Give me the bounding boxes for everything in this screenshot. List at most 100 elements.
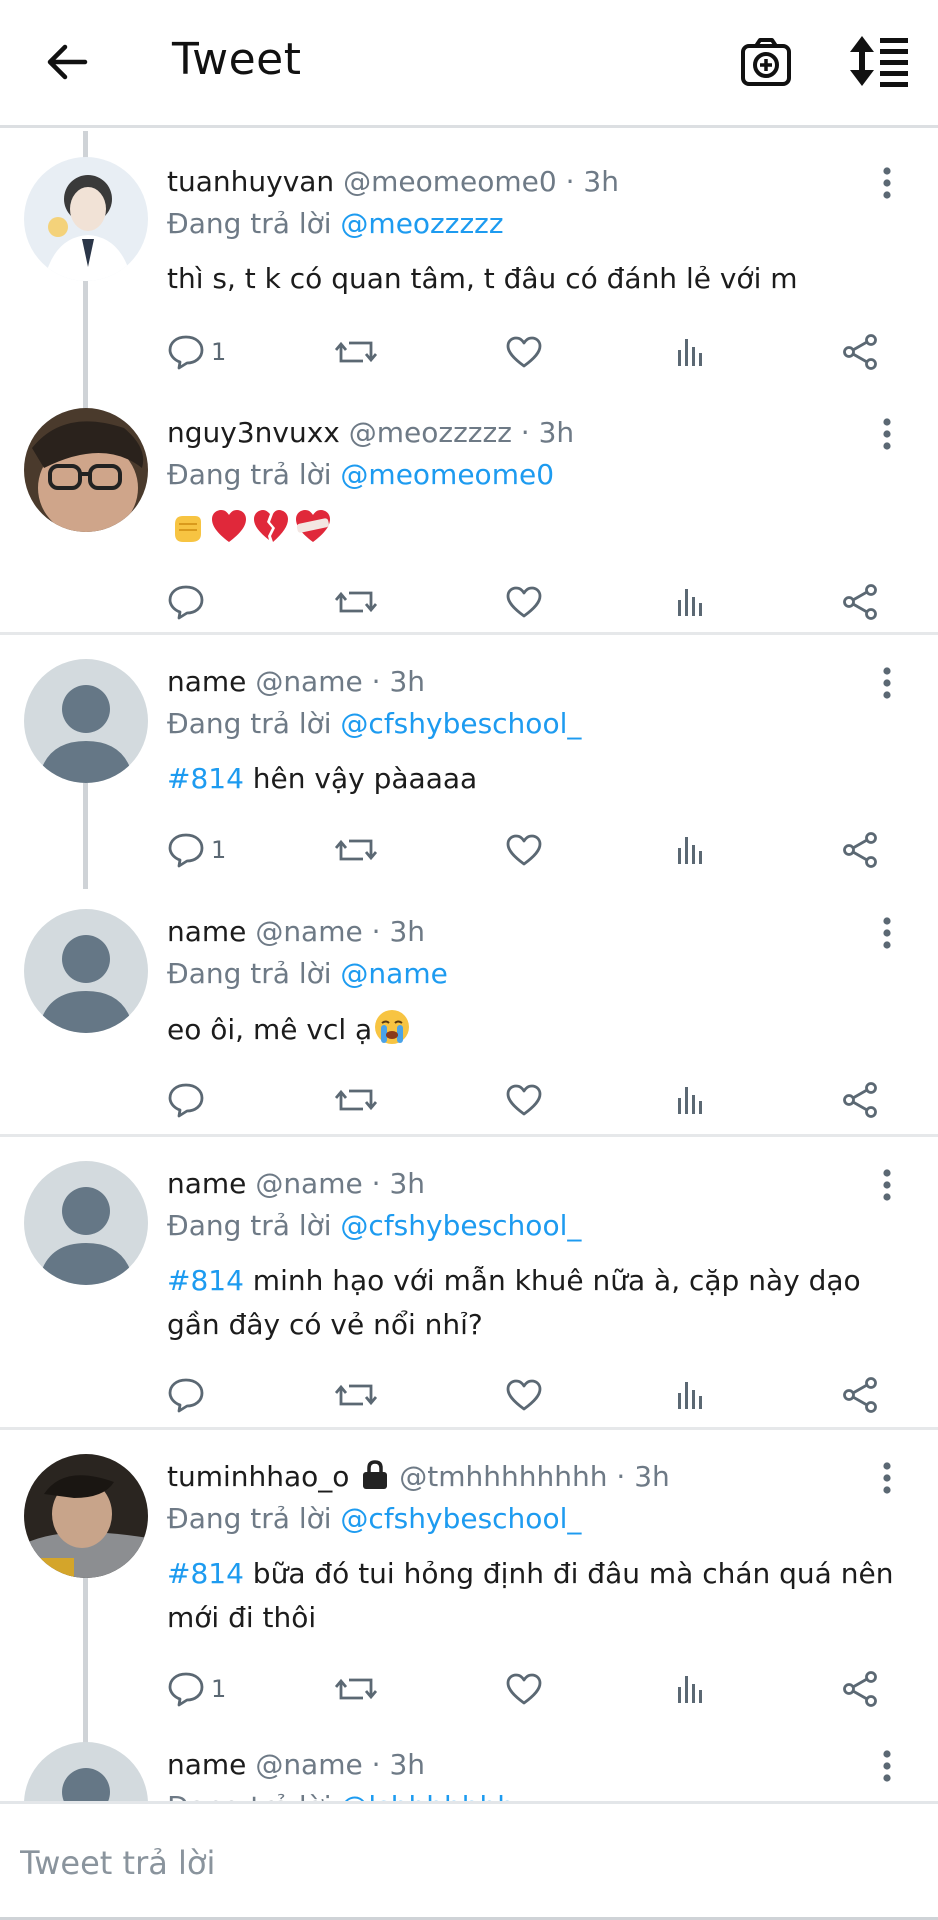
- avatar[interactable]: [24, 408, 148, 532]
- reply-button[interactable]: [167, 1372, 205, 1418]
- retweet-icon: [335, 1678, 377, 1700]
- reply-count: 1: [211, 836, 227, 864]
- retweet-icon: [335, 341, 377, 363]
- mention-link[interactable]: @meozzzzz: [340, 207, 503, 240]
- display-name[interactable]: name: [167, 665, 246, 698]
- user-handle[interactable]: @name: [255, 1748, 362, 1781]
- share-icon: [843, 584, 877, 620]
- page-title: Tweet: [172, 34, 302, 85]
- mention-link[interactable]: @meomeome0: [340, 458, 554, 491]
- like-button[interactable]: [505, 579, 543, 625]
- reply-button[interactable]: 1: [167, 1666, 226, 1712]
- retweet-button[interactable]: [335, 329, 377, 375]
- reply-button[interactable]: 1: [167, 827, 226, 873]
- more-options-button[interactable]: [872, 1746, 902, 1786]
- more-vertical-icon: [883, 167, 891, 199]
- hashtag-link[interactable]: #814: [167, 762, 244, 795]
- heart-icon: [506, 1673, 542, 1705]
- stats-button[interactable]: [675, 329, 707, 375]
- retweet-button[interactable]: [335, 1077, 377, 1123]
- user-handle[interactable]: @name: [255, 915, 362, 948]
- tweet-item[interactable]: name @name · 3h Đang trả lời @cfshybesch…: [0, 1137, 938, 1430]
- retweet-button[interactable]: [335, 579, 377, 625]
- share-button[interactable]: [841, 329, 879, 375]
- stats-button[interactable]: [675, 1077, 707, 1123]
- like-button[interactable]: [505, 329, 543, 375]
- reply-icon: [168, 833, 204, 868]
- like-button[interactable]: [505, 1372, 543, 1418]
- mention-link[interactable]: @cfshybeschool_: [340, 707, 581, 740]
- back-button[interactable]: [40, 38, 94, 86]
- avatar[interactable]: [24, 1161, 148, 1285]
- sort-button[interactable]: [848, 32, 912, 90]
- share-button[interactable]: [841, 1077, 879, 1123]
- like-button[interactable]: [505, 1666, 543, 1712]
- avatar[interactable]: [24, 157, 148, 281]
- reply-button[interactable]: [167, 1077, 205, 1123]
- more-options-button[interactable]: [872, 1165, 902, 1205]
- display-name[interactable]: name: [167, 915, 246, 948]
- retweet-icon: [335, 1384, 377, 1406]
- reply-icon: [168, 335, 204, 370]
- bar-chart-icon: [678, 1382, 702, 1409]
- dot-separator: ·: [371, 915, 390, 948]
- tweet-header: tuanhuyvan @meomeome0 · 3h: [167, 165, 619, 198]
- tweet-item[interactable]: name @name · 3h Đang trả lời @cfshybesch…: [0, 635, 938, 885]
- crying-face-emoji: [375, 1010, 410, 1044]
- avatar[interactable]: [24, 1454, 148, 1578]
- tweet-item[interactable]: name @name · 3h Đang trả lời @lshhhhhhh: [0, 1718, 938, 1801]
- mention-link[interactable]: @cfshybeschool_: [340, 1502, 581, 1535]
- mention-link[interactable]: @cfshybeschool_: [340, 1209, 581, 1242]
- retweet-button[interactable]: [335, 1372, 377, 1418]
- reply-button[interactable]: [167, 579, 205, 625]
- retweet-button[interactable]: [335, 827, 377, 873]
- stats-button[interactable]: [675, 1666, 707, 1712]
- mending-heart-emoji: [296, 510, 330, 542]
- tweet-item[interactable]: tuanhuyvan @meomeome0 · 3h Đang trả lời …: [0, 131, 938, 382]
- default-avatar-icon: [24, 1742, 148, 1801]
- user-handle[interactable]: @meomeome0: [343, 165, 557, 198]
- share-button[interactable]: [841, 827, 879, 873]
- reply-button[interactable]: 1: [167, 329, 226, 375]
- mention-link[interactable]: @name: [340, 957, 447, 990]
- stats-button[interactable]: [675, 827, 707, 873]
- display-name[interactable]: nguy3nvuxx: [167, 416, 340, 449]
- reply-input[interactable]: [20, 1838, 900, 1888]
- more-options-button[interactable]: [872, 1458, 902, 1498]
- lock-icon: [363, 1460, 388, 1489]
- user-handle[interactable]: @name: [255, 1167, 362, 1200]
- share-button[interactable]: [841, 579, 879, 625]
- display-name[interactable]: name: [167, 1748, 246, 1781]
- hashtag-link[interactable]: #814: [167, 1264, 244, 1297]
- tweet-feed[interactable]: tuanhuyvan @meomeome0 · 3h Đang trả lời …: [0, 131, 938, 1801]
- stats-button[interactable]: [675, 1372, 707, 1418]
- avatar[interactable]: [24, 659, 148, 783]
- user-handle[interactable]: @name: [255, 665, 362, 698]
- avatar[interactable]: [24, 909, 148, 1033]
- more-vertical-icon: [883, 418, 891, 450]
- display-name[interactable]: tuminhhao_o: [167, 1460, 349, 1493]
- user-handle[interactable]: @meozzzzz: [349, 416, 512, 449]
- more-options-button[interactable]: [872, 414, 902, 454]
- retweet-button[interactable]: [335, 1666, 377, 1712]
- stats-button[interactable]: [675, 579, 707, 625]
- more-options-button[interactable]: [872, 163, 902, 203]
- hashtag-link[interactable]: #814: [167, 1557, 244, 1590]
- more-options-button[interactable]: [872, 913, 902, 953]
- replying-to: Đang trả lời @lshhhhhhh: [167, 1790, 515, 1801]
- display-name[interactable]: tuanhuyvan: [167, 165, 334, 198]
- mention-link[interactable]: @lshhhhhhh: [340, 1790, 515, 1801]
- avatar[interactable]: [24, 1742, 148, 1801]
- user-handle[interactable]: @tmhhhhhhhh: [399, 1460, 607, 1493]
- tweet-body-text: thì s, t k có quan tâm, t đâu có đánh lẻ…: [167, 262, 798, 295]
- more-options-button[interactable]: [872, 663, 902, 703]
- like-button[interactable]: [505, 827, 543, 873]
- like-button[interactable]: [505, 1077, 543, 1123]
- share-button[interactable]: [841, 1372, 879, 1418]
- reply-icon: [168, 1378, 204, 1413]
- tweet-item[interactable]: tuminhhao_o @tmhhhhhhhh · 3h Đang trả lờ…: [0, 1430, 938, 1718]
- replying-prefix: Đang trả lời: [167, 1502, 332, 1535]
- display-name[interactable]: name: [167, 1167, 246, 1200]
- share-button[interactable]: [841, 1666, 879, 1712]
- camera-button[interactable]: [738, 34, 794, 90]
